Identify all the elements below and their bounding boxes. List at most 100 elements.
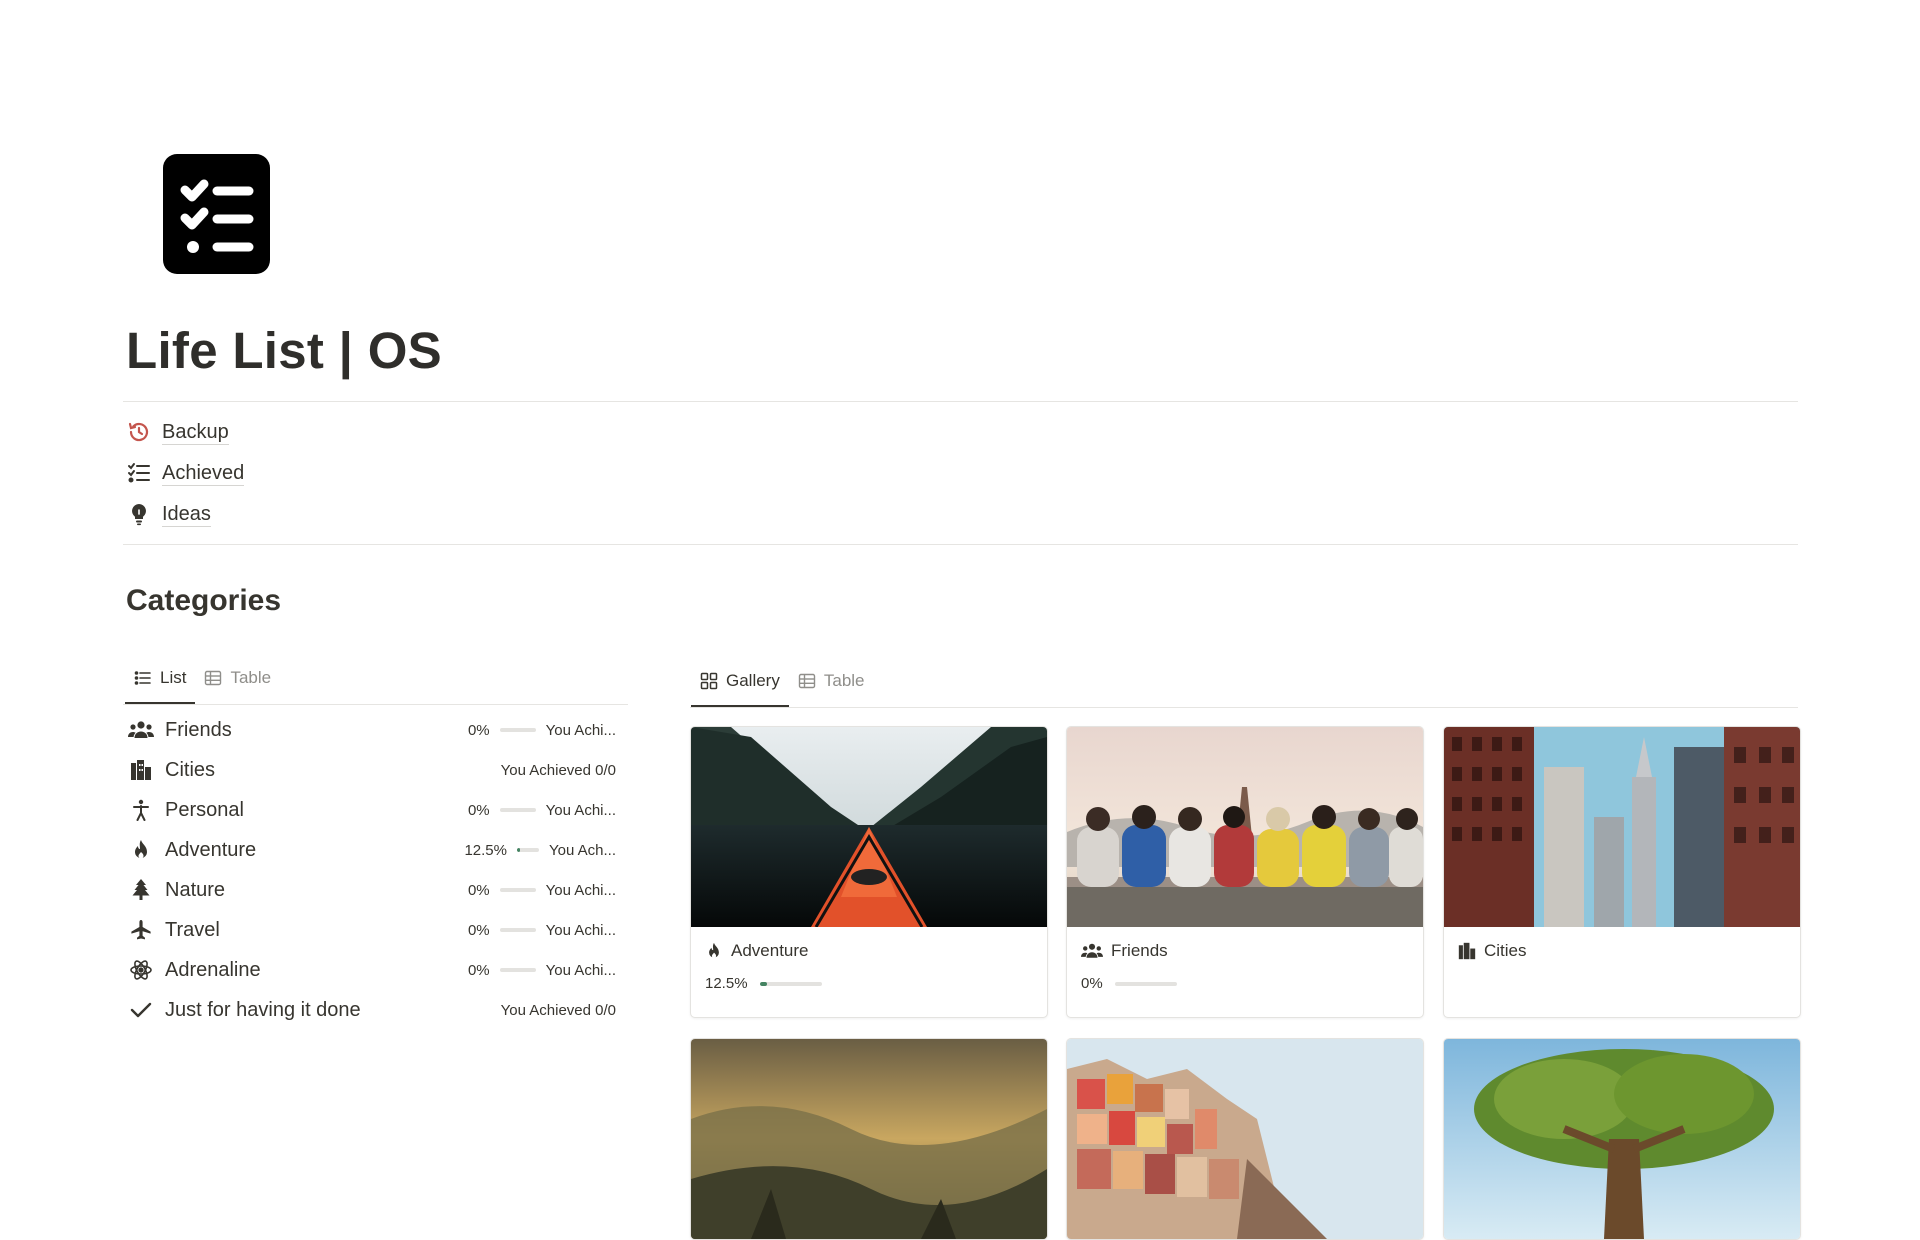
link-achieved-label: Achieved <box>162 461 245 486</box>
tree-icon <box>127 876 155 904</box>
list-item-name: Just for having it done <box>165 998 361 1021</box>
city-icon <box>1458 942 1476 960</box>
progress-bar <box>499 888 536 892</box>
categories-view-tabs: List Table <box>125 660 280 704</box>
gallery-card-adventure[interactable]: Adventure 12.5% <box>690 726 1048 1018</box>
tab-table[interactable]: Table <box>789 663 874 699</box>
card-title: Adventure <box>731 941 809 960</box>
tab-table-label: Table <box>230 668 272 687</box>
page-icon-checklist[interactable] <box>163 154 270 274</box>
list-item-travel[interactable]: Travel 0% You Achi... <box>123 910 628 950</box>
cover-image-city <box>1444 727 1800 927</box>
list-item-meta: You Achieved 0/0 <box>501 990 616 1030</box>
progress-percent: 0% <box>467 721 490 739</box>
city-icon <box>127 756 155 784</box>
tab-gallery-label: Gallery <box>726 671 780 690</box>
checklist-icon <box>180 179 254 253</box>
card-progress-row: 0% <box>1067 961 1423 992</box>
list-item-meta: 0% You Achi... <box>468 710 616 750</box>
cover-image-coastal-town <box>1067 1039 1423 1239</box>
page-title: Life List | OS <box>126 322 443 379</box>
card-title-row: Adventure <box>691 927 1047 961</box>
gallery-view-tabs: Gallery Table <box>691 663 874 707</box>
progress-percent: 0% <box>1081 975 1103 992</box>
gallery-card-friends[interactable]: Friends 0% <box>1066 726 1424 1018</box>
link-ideas[interactable]: Ideas <box>126 499 211 529</box>
list-item-name: Adventure <box>165 838 257 861</box>
cover-image-tree <box>1444 1039 1800 1239</box>
progress-bar <box>499 968 536 972</box>
table-icon <box>798 673 816 689</box>
list-item-meta: 0% You Achi... <box>468 910 616 950</box>
link-ideas-label: Ideas <box>162 502 211 527</box>
divider-top <box>123 401 1798 402</box>
list-item-cities[interactable]: Cities You Achieved 0/0 <box>123 750 628 790</box>
list-item-meta: 0% You Achi... <box>468 790 616 830</box>
link-backup-label: Backup <box>162 420 229 445</box>
cover-image-kayak <box>691 727 1047 927</box>
card-title: Friends <box>1111 941 1168 960</box>
list-item-meta: 0% You Achi... <box>468 950 616 990</box>
list-item-meta: 0% You Achi... <box>468 870 616 910</box>
list-item-name: Adrenaline <box>165 958 261 981</box>
progress-percent: 0% <box>467 961 490 979</box>
card-title: Cities <box>1484 941 1527 960</box>
tab-list[interactable]: List <box>125 660 196 704</box>
link-backup[interactable]: Backup <box>126 417 229 447</box>
table-icon <box>205 670 222 686</box>
list-item-name: Nature <box>165 878 226 901</box>
divider-bottom <box>123 544 1798 545</box>
list-item-adventure[interactable]: Adventure 12.5% You Ach... <box>123 830 628 870</box>
gallery-card-5[interactable] <box>1066 1038 1424 1240</box>
list-item-nature[interactable]: Nature 0% You Achi... <box>123 870 628 910</box>
progress-percent: 0% <box>467 881 490 899</box>
fire-icon <box>709 942 719 958</box>
gallery-card-cities[interactable]: Cities <box>1443 726 1801 1018</box>
people-icon <box>127 716 155 744</box>
link-achieved[interactable]: Achieved <box>126 458 245 488</box>
cover-image-friends <box>1067 727 1423 927</box>
progress-bar <box>499 808 536 812</box>
lightbulb-icon <box>126 501 152 527</box>
list-item-meta: You Achieved 0/0 <box>501 750 616 790</box>
list-item-meta: 12.5% You Ach... <box>464 830 616 870</box>
gallery-card-6[interactable] <box>1443 1038 1801 1240</box>
gallery-icon <box>700 672 718 690</box>
progress-percent: 12.5% <box>705 975 748 992</box>
list-item-name: Travel <box>165 918 220 941</box>
cover-image-mountain <box>691 1039 1047 1239</box>
atom-icon <box>127 956 155 984</box>
checkmark-icon <box>127 996 155 1024</box>
achieved-text: You Achieved 0/0 <box>500 761 616 779</box>
tab-table-label: Table <box>823 671 865 690</box>
list-item-personal[interactable]: Personal 0% You Achi... <box>123 790 628 830</box>
gallery-tabs-underline <box>690 707 1798 708</box>
progress-bar <box>1114 981 1177 986</box>
progress-bar <box>759 981 822 986</box>
card-title-row: Friends <box>1067 927 1423 961</box>
achieved-text: You Achieved 0/0 <box>500 1001 616 1019</box>
list-item-friends[interactable]: Friends 0% You Achi... <box>123 710 628 750</box>
achieved-text: You Ach... <box>548 841 616 859</box>
card-title-row: Cities <box>1444 927 1800 961</box>
list-item-just-for-having-it-done[interactable]: Just for having it done You Achieved 0/0 <box>123 990 628 1030</box>
tab-table[interactable]: Table <box>195 660 280 696</box>
checklist-icon <box>126 460 152 486</box>
list-item-name: Friends <box>165 718 232 741</box>
list-item-name: Cities <box>165 758 216 781</box>
categories-tabs-underline <box>123 704 628 705</box>
progress-bar <box>516 848 539 852</box>
tab-gallery[interactable]: Gallery <box>691 663 789 707</box>
person-icon <box>127 796 155 824</box>
achieved-text: You Achi... <box>545 881 616 899</box>
card-progress-row: 12.5% <box>691 961 1047 992</box>
tab-list-label: List <box>160 668 187 687</box>
fire-icon <box>127 836 155 864</box>
achieved-text: You Achi... <box>545 801 616 819</box>
progress-bar <box>499 928 536 932</box>
progress-percent: 0% <box>467 801 490 819</box>
progress-bar <box>499 728 536 732</box>
list-item-adrenaline[interactable]: Adrenaline 0% You Achi... <box>123 950 628 990</box>
achieved-text: You Achi... <box>545 921 616 939</box>
gallery-card-4[interactable] <box>690 1038 1048 1240</box>
